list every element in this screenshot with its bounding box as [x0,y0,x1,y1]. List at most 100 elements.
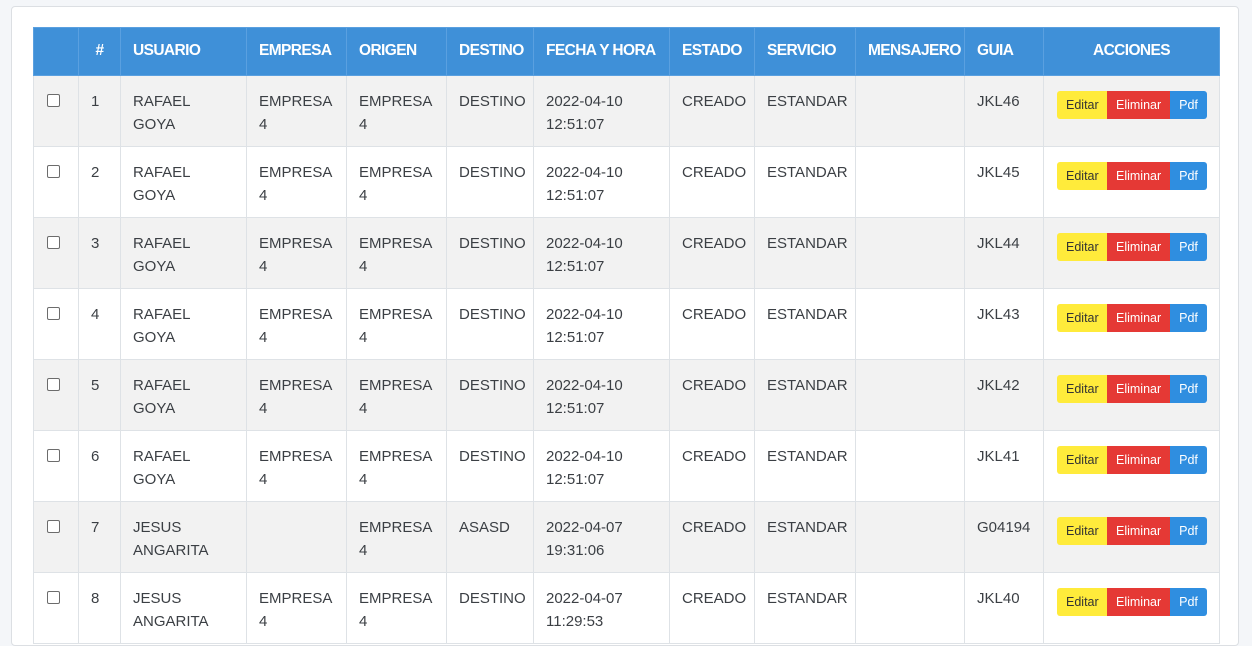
delete-button[interactable]: Eliminar [1107,517,1170,545]
table-row: 8 JESUS ANGARITA EMPRESA 4 EMPRESA 4 DES… [33,572,1220,644]
delete-button[interactable]: Eliminar [1107,162,1170,190]
row-number: 4 [78,288,121,360]
delete-button[interactable]: Eliminar [1107,91,1170,119]
table-row: 6 RAFAEL GOYA EMPRESA 4 EMPRESA 4 DESTIN… [33,430,1220,502]
table-header: # USUARIO EMPRESA ORIGEN DESTINO FECHA Y… [33,27,1220,76]
row-actions: Editar Eliminar Pdf [1043,430,1220,502]
row-actions: Editar Eliminar Pdf [1043,146,1220,218]
row-actions: Editar Eliminar Pdf [1043,75,1220,147]
row-servicio: ESTANDAR [754,75,856,147]
header-estado[interactable]: ESTADO [669,27,755,76]
delete-button[interactable]: Eliminar [1107,446,1170,474]
row-actions: Editar Eliminar Pdf [1043,501,1220,573]
row-number: 8 [78,572,121,644]
edit-button[interactable]: Editar [1057,304,1107,332]
header-mensajero[interactable]: MENSAJERO [855,27,965,76]
header-origen[interactable]: ORIGEN [346,27,447,76]
row-destino: ASASD [446,501,534,573]
row-fecha-hora: 2022-04-10 12:51:07 [533,359,670,431]
row-number: 2 [78,146,121,218]
delete-button[interactable]: Eliminar [1107,375,1170,403]
table-row: 7 JESUS ANGARITA EMPRESA 4 ASASD 2022-04… [33,501,1220,573]
shipments-table: # USUARIO EMPRESA ORIGEN DESTINO FECHA Y… [33,27,1220,644]
row-estado: CREADO [669,430,755,502]
pdf-button[interactable]: Pdf [1170,446,1207,474]
row-origen: EMPRESA 4 [346,217,447,289]
delete-button[interactable]: Eliminar [1107,588,1170,616]
header-servicio[interactable]: SERVICIO [754,27,856,76]
edit-button[interactable]: Editar [1057,162,1107,190]
header-empresa[interactable]: EMPRESA [246,27,347,76]
row-fecha-hora: 2022-04-07 11:29:53 [533,572,670,644]
row-guia: G04194 [964,501,1044,573]
row-checkbox[interactable] [47,94,60,107]
row-guia: JKL43 [964,288,1044,360]
row-checkbox[interactable] [47,378,60,391]
row-select-cell [33,359,79,431]
header-select [33,27,79,76]
row-origen: EMPRESA 4 [346,430,447,502]
row-estado: CREADO [669,217,755,289]
header-destino[interactable]: DESTINO [446,27,534,76]
row-servicio: ESTANDAR [754,146,856,218]
row-fecha-hora: 2022-04-10 12:51:07 [533,288,670,360]
edit-button[interactable]: Editar [1057,91,1107,119]
action-button-group: Editar Eliminar Pdf [1057,446,1219,474]
row-checkbox[interactable] [47,165,60,178]
row-number: 7 [78,501,121,573]
row-mensajero [855,75,965,147]
pdf-button[interactable]: Pdf [1170,91,1207,119]
row-mensajero [855,217,965,289]
row-actions: Editar Eliminar Pdf [1043,217,1220,289]
row-estado: CREADO [669,146,755,218]
pdf-button[interactable]: Pdf [1170,588,1207,616]
edit-button[interactable]: Editar [1057,233,1107,261]
row-actions: Editar Eliminar Pdf [1043,359,1220,431]
row-fecha-hora: 2022-04-10 12:51:07 [533,217,670,289]
table-row: 4 RAFAEL GOYA EMPRESA 4 EMPRESA 4 DESTIN… [33,288,1220,360]
row-checkbox[interactable] [47,591,60,604]
action-button-group: Editar Eliminar Pdf [1057,162,1219,190]
row-empresa: EMPRESA 4 [246,430,347,502]
pdf-button[interactable]: Pdf [1170,304,1207,332]
pdf-button[interactable]: Pdf [1170,233,1207,261]
row-checkbox[interactable] [47,236,60,249]
pdf-button[interactable]: Pdf [1170,162,1207,190]
edit-button[interactable]: Editar [1057,588,1107,616]
row-usuario: RAFAEL GOYA [120,288,247,360]
edit-button[interactable]: Editar [1057,446,1107,474]
header-number[interactable]: # [78,27,121,76]
row-estado: CREADO [669,501,755,573]
row-select-cell [33,217,79,289]
row-checkbox[interactable] [47,307,60,320]
row-fecha-hora: 2022-04-10 12:51:07 [533,75,670,147]
row-destino: DESTINO [446,572,534,644]
row-select-cell [33,501,79,573]
row-origen: EMPRESA 4 [346,75,447,147]
pdf-button[interactable]: Pdf [1170,375,1207,403]
row-estado: CREADO [669,359,755,431]
delete-button[interactable]: Eliminar [1107,233,1170,261]
row-fecha-hora: 2022-04-10 12:51:07 [533,146,670,218]
action-button-group: Editar Eliminar Pdf [1057,588,1219,616]
pdf-button[interactable]: Pdf [1170,517,1207,545]
row-actions: Editar Eliminar Pdf [1043,288,1220,360]
row-destino: DESTINO [446,359,534,431]
edit-button[interactable]: Editar [1057,375,1107,403]
row-servicio: ESTANDAR [754,217,856,289]
edit-button[interactable]: Editar [1057,517,1107,545]
row-usuario: RAFAEL GOYA [120,430,247,502]
row-empresa: EMPRESA 4 [246,288,347,360]
row-number: 6 [78,430,121,502]
header-fecha-hora[interactable]: FECHA Y HORA [533,27,670,76]
row-servicio: ESTANDAR [754,288,856,360]
delete-button[interactable]: Eliminar [1107,304,1170,332]
row-usuario: JESUS ANGARITA [120,572,247,644]
row-checkbox[interactable] [47,520,60,533]
header-usuario[interactable]: USUARIO [120,27,247,76]
header-guia[interactable]: GUIA [964,27,1044,76]
row-destino: DESTINO [446,75,534,147]
row-select-cell [33,288,79,360]
row-fecha-hora: 2022-04-10 12:51:07 [533,430,670,502]
row-checkbox[interactable] [47,449,60,462]
